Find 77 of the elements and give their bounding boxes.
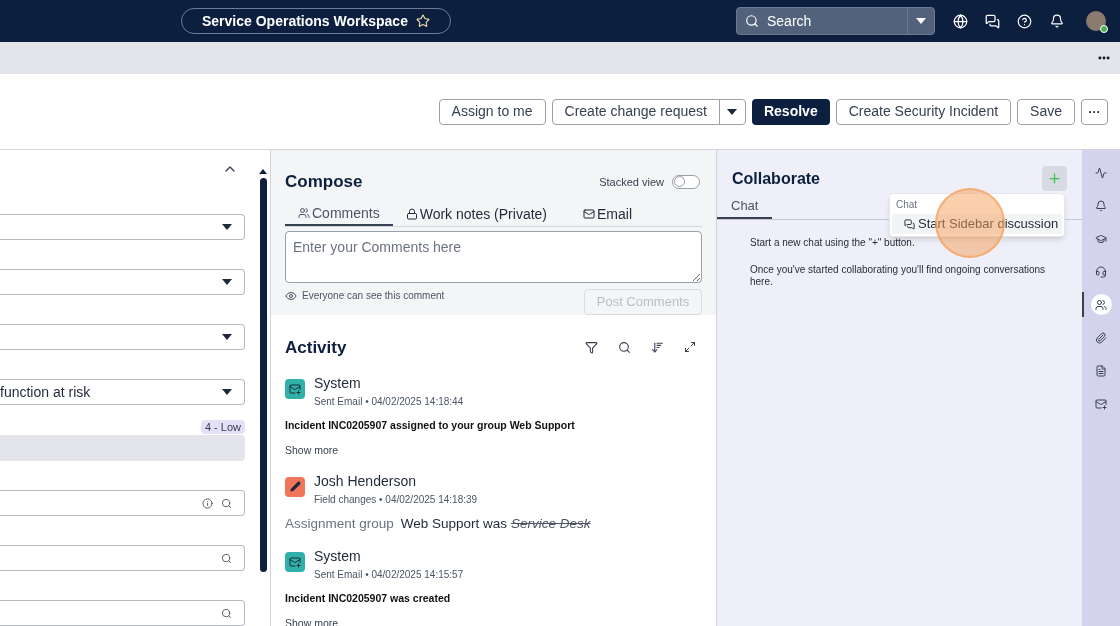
- entry-message: Incident INC0205907 assigned to your group Web Support: [285, 418, 576, 433]
- search-input[interactable]: Search: [767, 10, 887, 32]
- email-icon: [285, 551, 305, 572]
- action-button[interactable]: Assign to me: [438, 98, 546, 125]
- lock-icon: [405, 208, 418, 220]
- stacked-view-label: Stacked view: [599, 174, 664, 190]
- people-icon[interactable]: [1090, 294, 1112, 315]
- entry-meta: Field changes • 04/02/2025 14:18:39: [314, 492, 478, 507]
- filter-icon[interactable]: [585, 340, 598, 354]
- chat-icon: [904, 218, 915, 230]
- show-more-link[interactable]: Show more: [285, 615, 339, 626]
- eye-icon: [285, 289, 297, 302]
- compose-title: Compose: [285, 171, 363, 193]
- scroll-up-arrow-icon[interactable]: [259, 169, 267, 174]
- search-icon[interactable]: [618, 340, 631, 354]
- caret-icon: [222, 279, 232, 285]
- select-field[interactable]: function at risk: [0, 379, 245, 405]
- chat-tab[interactable]: Chat: [717, 194, 773, 219]
- stacked-view-toggle[interactable]: [672, 174, 700, 189]
- expand-icon[interactable]: [684, 341, 696, 354]
- help-icon[interactable]: [1017, 13, 1032, 29]
- caret-icon: [222, 224, 232, 230]
- author-name: Josh Henderson: [314, 471, 417, 490]
- field-label: Assignment group: [285, 514, 394, 533]
- caret-icon: [222, 389, 232, 395]
- info-icon[interactable]: [202, 497, 213, 509]
- entry-meta: Sent Email • 04/02/2025 14:18:44: [314, 395, 464, 409]
- star-icon[interactable]: [415, 14, 430, 28]
- search-field[interactable]: Search: [736, 7, 935, 35]
- action-button[interactable]: Save: [1017, 98, 1075, 125]
- user-avatar[interactable]: [1086, 11, 1106, 31]
- show-more-link[interactable]: Show more: [285, 442, 339, 459]
- entry-meta: Sent Email • 04/02/2025 14:15:57: [314, 567, 464, 582]
- field-change-value: Web Support was Service Desk: [400, 514, 591, 533]
- field-value: function at risk: [0, 382, 91, 402]
- scrollbar-thumb[interactable]: [259, 178, 267, 572]
- chat-hint: Start a new chat using the "+" button.: [750, 237, 916, 249]
- caret-icon: [727, 108, 738, 115]
- compose-tab[interactable]: Work notes (Private): [392, 202, 561, 226]
- plus-icon: [1047, 171, 1062, 186]
- email-icon: [285, 379, 305, 399]
- resolve-button[interactable]: Resolve: [751, 98, 830, 125]
- more-button[interactable]: ···: [1081, 98, 1108, 125]
- action-button[interactable]: Create Security Incident: [835, 98, 1012, 125]
- comment-input[interactable]: Enter your Comments here: [285, 230, 702, 283]
- compose-tab[interactable]: Email: [570, 202, 646, 226]
- chat-hint: Once you've started collaborating you'll find ongoing conversations here.: [750, 264, 1047, 288]
- author-name: System: [314, 374, 362, 392]
- people-icon: [298, 207, 310, 219]
- compose-tab[interactable]: Comments: [285, 202, 393, 226]
- activity-title: Activity: [285, 336, 347, 359]
- entry-message: Incident INC0205907 was created: [285, 590, 452, 606]
- caret-icon: [916, 18, 926, 24]
- chat-icon[interactable]: [985, 13, 1000, 29]
- globe-icon[interactable]: [953, 13, 968, 29]
- visibility-note: Everyone can see this comment: [302, 289, 445, 303]
- mail-icon: [583, 208, 596, 220]
- search-icon[interactable]: [221, 607, 232, 619]
- pencil-icon: [285, 476, 305, 497]
- lookup-field[interactable]: [0, 545, 245, 571]
- collaborate-title: Collaborate: [732, 168, 820, 189]
- lookup-field[interactable]: [0, 600, 245, 626]
- lookup-field[interactable]: [0, 490, 245, 516]
- search-icon[interactable]: [221, 497, 232, 509]
- sort-icon[interactable]: [651, 340, 664, 354]
- caret-icon: [222, 334, 232, 340]
- workspace-title: Service Operations Workspace: [202, 11, 408, 31]
- search-icon: [745, 14, 759, 28]
- select-field[interactable]: [0, 214, 245, 240]
- select-field[interactable]: [0, 324, 245, 350]
- select-field[interactable]: [0, 269, 245, 295]
- author-name: System: [314, 546, 362, 565]
- action-button[interactable]: Create change request: [552, 99, 719, 124]
- priority-badge: 4 - Low: [200, 420, 245, 434]
- menu-heading: Chat: [895, 198, 919, 212]
- bell-icon[interactable]: [1050, 14, 1064, 28]
- search-icon[interactable]: [221, 552, 232, 564]
